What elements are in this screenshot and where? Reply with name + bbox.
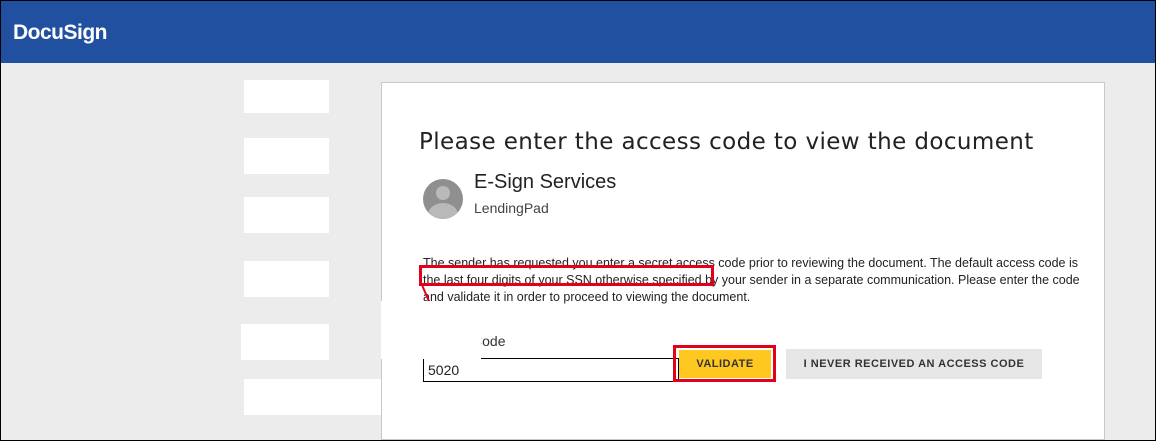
placeholder-block xyxy=(244,379,384,415)
page-title: Please enter the access code to view the… xyxy=(419,129,1034,155)
access-code-card: Please enter the access code to view the… xyxy=(381,82,1105,440)
sender-organization: LendingPad xyxy=(474,200,549,216)
placeholder-block xyxy=(244,197,329,233)
top-header-bar: DocuSign xyxy=(1,1,1155,63)
docusign-logo: DocuSign xyxy=(13,21,108,44)
user-avatar-icon xyxy=(423,179,463,219)
access-code-input[interactable] xyxy=(423,358,679,382)
placeholder-block xyxy=(244,261,329,297)
placeholder-block xyxy=(244,138,329,174)
validate-button[interactable]: VALIDATE xyxy=(679,350,771,378)
never-received-code-button[interactable]: I NEVER RECEIVED AN ACCESS CODE xyxy=(786,349,1042,379)
annotation-highlight-box xyxy=(419,265,714,286)
placeholder-block xyxy=(241,324,329,360)
sender-name: E-Sign Services xyxy=(474,171,617,193)
page-frame: DocuSign Please enter the access code to… xyxy=(0,0,1156,441)
placeholder-block xyxy=(381,301,481,359)
placeholder-block xyxy=(244,80,329,113)
